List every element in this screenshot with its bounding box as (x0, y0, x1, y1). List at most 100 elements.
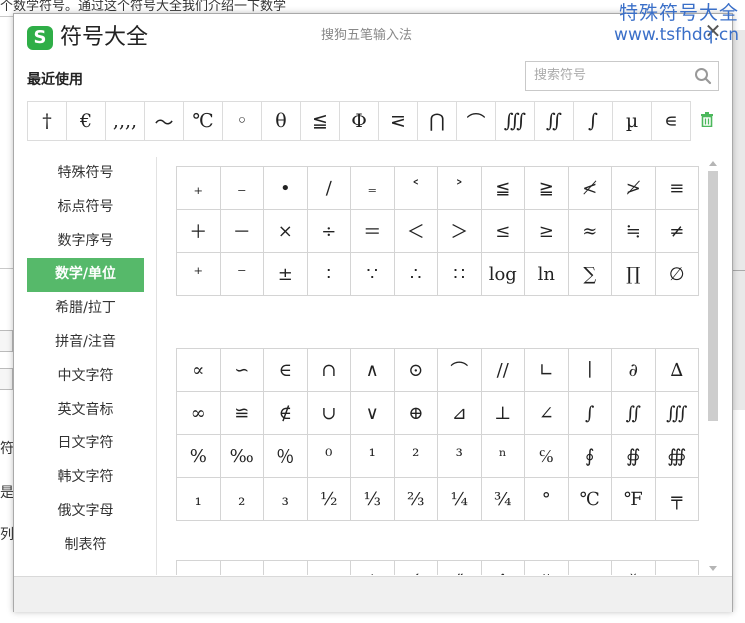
symbol-cell[interactable] (176, 560, 221, 575)
symbol-cell[interactable]: ⊥ (480, 391, 525, 435)
sidebar-item[interactable]: 希腊/拉丁 (27, 292, 144, 326)
symbol-cell[interactable]: ≌ (219, 391, 264, 435)
symbol-cell[interactable]: × (263, 209, 308, 253)
symbol-cell[interactable]: ³ (437, 434, 482, 478)
sidebar-item[interactable]: 俄文字母 (27, 495, 144, 529)
symbol-cell[interactable]: ≮ (567, 166, 612, 210)
sidebar-item[interactable]: 拼音/注音 (27, 326, 144, 360)
sidebar-item[interactable]: 韩文字符 (27, 461, 144, 495)
symbol-cell[interactable]: ± (263, 252, 308, 296)
symbol-cell[interactable]: ² (393, 434, 438, 478)
recent-symbol-cell[interactable]: ∭ (495, 101, 535, 141)
symbol-cell[interactable]: ∈ (263, 348, 308, 392)
symbol-cell[interactable]: ln (524, 252, 569, 296)
trash-icon[interactable] (699, 111, 715, 127)
symbol-cell[interactable]: ＞ (437, 209, 482, 253)
sidebar-item[interactable]: 标点符号 (27, 191, 144, 225)
symbol-cell[interactable]: － (219, 209, 264, 253)
symbol-cell[interactable]: ⁿ (480, 434, 525, 478)
symbol-cell[interactable]: • (263, 166, 308, 210)
symbol-cell[interactable] (654, 560, 699, 575)
recent-symbol-cell[interactable]: ⋜ (378, 101, 418, 141)
symbol-cell[interactable]: ⁺ (176, 252, 221, 296)
recent-symbol-cell[interactable]: ℃ (183, 101, 223, 141)
symbol-cell[interactable]: ∪ (306, 391, 351, 435)
symbol-cell[interactable]: log (480, 252, 525, 296)
symbol-cell[interactable]: ˘ (524, 560, 569, 575)
symbol-cell[interactable]: ˝ (437, 560, 482, 575)
symbol-cell[interactable]: ₋ (219, 166, 264, 210)
symbol-cell[interactable] (263, 560, 308, 575)
scroll-thumb[interactable] (708, 171, 718, 421)
symbol-cell[interactable]: ≈ (567, 209, 612, 253)
symbol-cell[interactable]: ⁻ (219, 252, 264, 296)
symbol-cell[interactable]: ∬ (611, 391, 656, 435)
symbol-cell[interactable]: ¹ (350, 434, 395, 478)
symbol-cell[interactable]: ∝ (176, 348, 221, 392)
symbol-cell[interactable]: ⊿ (437, 391, 482, 435)
symbol-cell[interactable]: ⁰ (306, 434, 351, 478)
symbol-cell[interactable]: ∆ (654, 348, 699, 392)
symbol-cell[interactable]: ∮ (567, 434, 612, 478)
scrollbar[interactable] (706, 157, 720, 575)
symbol-cell[interactable]: ⊕ (393, 391, 438, 435)
recent-symbol-cell[interactable]: ∊ (651, 101, 691, 141)
symbol-cell[interactable]: ¾ (480, 477, 525, 521)
symbol-cell[interactable]: % (176, 434, 221, 478)
symbol-cell[interactable]: ₊ (176, 166, 221, 210)
symbol-cell[interactable]: ＜ (393, 209, 438, 253)
recent-symbol-cell[interactable]: Φ (339, 101, 379, 141)
search-box[interactable] (525, 61, 719, 91)
symbol-cell[interactable]: ÷ (306, 209, 351, 253)
symbol-cell[interactable]: ╤ (654, 477, 699, 521)
symbol-cell[interactable]: ⊙ (393, 348, 438, 392)
symbol-cell[interactable]: ˈ (350, 560, 395, 575)
recent-symbol-cell[interactable]: ⋂ (417, 101, 457, 141)
recent-symbol-cell[interactable]: ◦ (222, 101, 262, 141)
symbol-cell[interactable]: ∂ (611, 348, 656, 392)
symbol-cell[interactable]: ＋ (176, 209, 221, 253)
symbol-cell[interactable]: ≤ (480, 209, 525, 253)
sidebar-item[interactable]: 制表符 (27, 529, 144, 563)
symbol-cell[interactable]: ¼ (437, 477, 482, 521)
sidebar-item[interactable]: 特殊符号 (27, 157, 144, 191)
symbol-cell[interactable] (567, 560, 612, 575)
symbol-cell[interactable]: ₃ (263, 477, 308, 521)
symbol-cell[interactable]: ％ (263, 434, 308, 478)
symbol-cell[interactable]: ₁ (176, 477, 221, 521)
symbol-cell[interactable]: ∟ (524, 348, 569, 392)
symbol-cell[interactable]: ∅ (654, 252, 699, 296)
symbol-cell[interactable]: ₂ (219, 477, 264, 521)
recent-symbol-cell[interactable]: € (66, 101, 106, 141)
symbol-cell[interactable]: ≡ (654, 166, 699, 210)
symbol-cell[interactable]: ∣ (567, 348, 612, 392)
recent-symbol-cell[interactable]: † (27, 101, 67, 141)
sidebar-item[interactable]: 数字序号 (27, 225, 144, 259)
symbol-cell[interactable]: ∶ (306, 252, 351, 296)
symbol-cell[interactable]: ℃ (567, 477, 612, 521)
symbol-cell[interactable]: ∰ (654, 434, 699, 478)
recent-symbol-cell[interactable]: θ (261, 101, 301, 141)
symbol-cell[interactable]: ∴ (393, 252, 438, 296)
sidebar-item[interactable]: 日文字符 (27, 427, 144, 461)
symbol-cell[interactable]: ＝ (350, 209, 395, 253)
symbol-cell[interactable]: ½ (306, 477, 351, 521)
sidebar-item[interactable]: 中文字符 (27, 360, 144, 394)
symbol-cell[interactable]: ∑ (567, 252, 612, 296)
symbol-cell[interactable]: ⅓ (350, 477, 395, 521)
scroll-up-arrow-icon[interactable] (706, 157, 720, 169)
symbol-cell[interactable]: ˂ (393, 166, 438, 210)
symbol-cell[interactable]: ∠ (524, 391, 569, 435)
symbol-cell[interactable]: // (480, 348, 525, 392)
symbol-cell[interactable]: ∷ (437, 252, 482, 296)
symbol-cell[interactable]: ≧ (524, 166, 569, 210)
symbol-cell[interactable]: ˊ (393, 560, 438, 575)
symbol-cell[interactable]: ⅔ (393, 477, 438, 521)
search-icon[interactable] (694, 67, 712, 85)
symbol-cell[interactable]: ₌ (350, 166, 395, 210)
symbol-cell[interactable]: ∩ (306, 348, 351, 392)
recent-symbol-cell[interactable]: ∫ (573, 101, 613, 141)
recent-symbol-cell[interactable]: ∬ (534, 101, 574, 141)
sidebar-item[interactable]: 数学/单位 (27, 258, 144, 293)
symbol-cell[interactable]: ≥ (524, 209, 569, 253)
